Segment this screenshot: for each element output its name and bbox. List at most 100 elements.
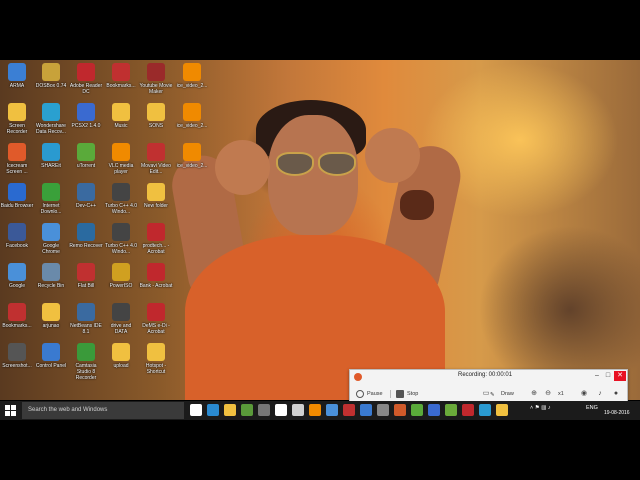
desktop-icon-label: drive and DATA bbox=[110, 323, 132, 335]
desktop-icon-label: prodtech... - Acrobat bbox=[142, 243, 170, 255]
camera-icon[interactable]: ▭ bbox=[482, 390, 490, 398]
taskbar-hp-icon[interactable] bbox=[292, 404, 304, 416]
app-icon bbox=[77, 143, 95, 161]
wallpaper-hand-right bbox=[365, 128, 420, 183]
minimize-button[interactable]: – bbox=[592, 371, 602, 381]
taskbar-app-6-icon[interactable] bbox=[428, 404, 440, 416]
taskbar-app-4-icon[interactable] bbox=[394, 404, 406, 416]
webcam-icon[interactable]: ◉ bbox=[580, 390, 588, 398]
app-icon bbox=[8, 63, 26, 81]
desktop-icon-label: New folder bbox=[144, 203, 168, 209]
desktop-icon-label: Facebook bbox=[6, 243, 28, 249]
pause-button[interactable]: Pause bbox=[356, 389, 383, 399]
taskbar-settings-icon[interactable] bbox=[258, 404, 270, 416]
draw-button[interactable]: ✎ Draw bbox=[490, 389, 514, 399]
maximize-button[interactable]: □ bbox=[603, 371, 613, 381]
app-icon bbox=[147, 223, 165, 241]
app-icon bbox=[77, 223, 95, 241]
taskbar-app-5-icon[interactable] bbox=[411, 404, 423, 416]
zoom-level: x1 bbox=[558, 391, 564, 397]
desktop-icon-label: Baidu Browser bbox=[0, 203, 34, 209]
desktop-icon[interactable]: ice_video_2... bbox=[175, 143, 209, 189]
app-icon bbox=[8, 183, 26, 201]
language-indicator[interactable]: ENG bbox=[586, 405, 598, 411]
desktop-icon[interactable]: Camtasia Studio 8 Recorder bbox=[69, 343, 103, 389]
pause-label: Pause bbox=[367, 391, 383, 397]
recorder-window[interactable]: Recording: 00:00:01 – □ ✕ Pause Stop ▭ ✎… bbox=[349, 369, 628, 403]
desktop-icon-label: SONS bbox=[148, 123, 164, 129]
desktop-icon-label: Music bbox=[114, 123, 128, 129]
wallpaper-sunglasses bbox=[276, 152, 356, 176]
desktop-icon-label: ARMA bbox=[9, 83, 25, 89]
desktop-icon-label: NetBeans IDE 8.1 bbox=[70, 323, 102, 335]
desktop-icon-label: PowerISO bbox=[109, 283, 133, 289]
wallpaper-hand-left bbox=[215, 140, 270, 195]
search-placeholder: Search the web and Windows bbox=[28, 407, 108, 413]
app-icon bbox=[112, 63, 130, 81]
app-icon bbox=[8, 143, 26, 161]
taskbar: Search the web and Windows ˄ ⚑ ▥ ♪ ENG 1… bbox=[0, 401, 640, 420]
speaker-icon[interactable]: ♪ bbox=[596, 390, 604, 398]
desktop-icon-label: Wondershare Data Recov... bbox=[36, 123, 66, 135]
app-icon bbox=[42, 183, 60, 201]
desktop-icon[interactable]: Screenshot... bbox=[0, 343, 34, 389]
taskbar-app-8-icon[interactable] bbox=[462, 404, 474, 416]
desktop-icon-label: Screen Recorder bbox=[6, 123, 28, 135]
taskbar-app-9-icon[interactable] bbox=[479, 404, 491, 416]
app-icon bbox=[77, 343, 95, 361]
zoom-out-icon[interactable]: ⊖ bbox=[544, 390, 552, 398]
desktop-icon-label: Turbo C++ 4.0 Windo... bbox=[104, 243, 138, 255]
close-button[interactable]: ✕ bbox=[614, 371, 626, 381]
stop-label: Stop bbox=[407, 391, 419, 397]
taskbar-chrome-icon[interactable] bbox=[326, 404, 338, 416]
taskbar-app-2-icon[interactable] bbox=[360, 404, 372, 416]
taskbar-vlc-icon[interactable] bbox=[309, 404, 321, 416]
desktop-icon[interactable]: Hotspot - Shortcut bbox=[139, 343, 173, 389]
taskbar-icecream-icon[interactable] bbox=[496, 404, 508, 416]
taskbar-store-icon[interactable] bbox=[275, 404, 287, 416]
recording-status: Recording: 00:00:01 bbox=[458, 372, 513, 378]
desktop-icon-label: Hotspot - Shortcut bbox=[145, 363, 167, 375]
tray-icons[interactable]: ˄ ⚑ ▥ ♪ bbox=[530, 405, 551, 411]
start-button[interactable] bbox=[5, 405, 16, 416]
toolbar-divider bbox=[390, 390, 391, 398]
app-icon bbox=[42, 303, 60, 321]
desktop-icon-label: Google bbox=[8, 283, 26, 289]
taskbar-app-1-icon[interactable] bbox=[343, 404, 355, 416]
desktop-icon[interactable]: Control Panel bbox=[34, 343, 68, 389]
zoom-in-icon[interactable]: ⊕ bbox=[530, 390, 538, 398]
microphone-icon[interactable]: ● bbox=[612, 390, 620, 398]
desktop-icon-label: Dev-C++ bbox=[75, 203, 96, 209]
app-icon bbox=[77, 263, 95, 281]
app-icon bbox=[112, 103, 130, 121]
desktop-icon-label: DOSBox 0.74 bbox=[35, 83, 67, 89]
app-icon bbox=[77, 303, 95, 321]
app-icon bbox=[147, 343, 165, 361]
app-icon bbox=[147, 103, 165, 121]
taskbar-edge-icon[interactable] bbox=[207, 404, 219, 416]
app-icon bbox=[183, 103, 201, 121]
taskbar-app-3-icon[interactable] bbox=[377, 404, 389, 416]
recorder-app-icon bbox=[354, 373, 362, 381]
app-icon bbox=[112, 183, 130, 201]
app-icon bbox=[42, 103, 60, 121]
desktop-icon[interactable]: upload bbox=[104, 343, 138, 389]
clock-date[interactable]: 19-08-2016 bbox=[604, 410, 630, 416]
app-icon bbox=[8, 263, 26, 281]
app-icon bbox=[77, 103, 95, 121]
app-icon bbox=[112, 343, 130, 361]
app-icon bbox=[8, 103, 26, 121]
stop-button[interactable]: Stop bbox=[396, 389, 418, 399]
wallpaper-wristband bbox=[400, 190, 434, 220]
search-box[interactable]: Search the web and Windows bbox=[22, 402, 184, 419]
taskbar-file-explorer-icon[interactable] bbox=[224, 404, 236, 416]
taskbar-app-7-icon[interactable] bbox=[445, 404, 457, 416]
taskbar-photos-icon[interactable] bbox=[241, 404, 253, 416]
desktop-icon-label: ice_video_2... bbox=[176, 163, 208, 169]
app-icon bbox=[183, 143, 201, 161]
recorder-titlebar[interactable]: Recording: 00:00:01 – □ ✕ bbox=[350, 370, 627, 383]
app-icon bbox=[77, 63, 95, 81]
desktop-icon-label: Screenshot... bbox=[2, 363, 32, 369]
desktop-icon-label: Remo Recover bbox=[69, 243, 103, 249]
taskbar-task-view-icon[interactable] bbox=[190, 404, 202, 416]
